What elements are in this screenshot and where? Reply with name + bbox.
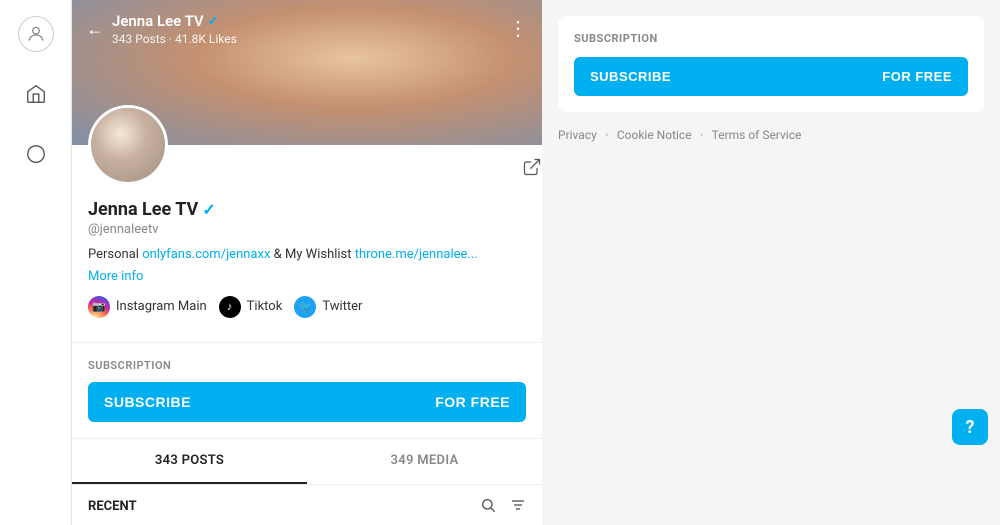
profile-for-free-text: FOR FREE bbox=[435, 394, 510, 410]
instagram-icon: 📷 bbox=[88, 296, 110, 318]
more-options-button[interactable]: ⋮ bbox=[508, 19, 528, 39]
profile-name: Jenna Lee TV ✓ bbox=[88, 199, 526, 220]
help-button[interactable]: ? bbox=[952, 409, 988, 445]
cover-name: Jenna Lee TV bbox=[112, 12, 204, 30]
instagram-label: Instagram Main bbox=[116, 299, 207, 314]
main-content: ← Jenna Lee TV ✓ 343 Posts · 41.8K Likes… bbox=[72, 0, 1000, 525]
filter-icon[interactable] bbox=[510, 497, 526, 517]
footer-dot-1: • bbox=[605, 128, 609, 142]
right-for-free-text: FOR FREE bbox=[882, 69, 952, 84]
profile-info: Jenna Lee TV ✓ @jennaleetv Personal only… bbox=[72, 145, 542, 334]
footer-cookie-link[interactable]: Cookie Notice bbox=[617, 128, 692, 142]
tabs-section: 343 POSTS 349 MEDIA bbox=[72, 438, 542, 484]
tab-posts[interactable]: 343 POSTS bbox=[72, 439, 307, 484]
avatar bbox=[88, 105, 168, 185]
likes-count: 41.8K Likes bbox=[175, 32, 237, 46]
cover-topbar: ← Jenna Lee TV ✓ 343 Posts · 41.8K Likes… bbox=[72, 0, 542, 58]
verified-badge: ✓ bbox=[202, 200, 215, 219]
cover-name-text: Jenna Lee TV ✓ bbox=[112, 12, 500, 30]
sidebar bbox=[0, 0, 72, 525]
footer-terms-link[interactable]: Terms of Service bbox=[712, 128, 802, 142]
posts-count: 343 Posts bbox=[112, 32, 166, 46]
cover-name-section: Jenna Lee TV ✓ 343 Posts · 41.8K Likes bbox=[112, 12, 500, 46]
bio-link-throne[interactable]: throne.me/jennalee... bbox=[355, 247, 478, 262]
bio-middle: & My Wishlist bbox=[270, 247, 354, 262]
subscription-card: SUBSCRIPTION SUBSCRIBE FOR FREE bbox=[558, 16, 984, 112]
tiktok-icon: ♪ bbox=[219, 296, 241, 318]
profile-subscribe-text: SUBSCRIBE bbox=[104, 394, 191, 410]
search-icon[interactable] bbox=[480, 497, 496, 517]
more-info-link[interactable]: More info bbox=[88, 269, 143, 284]
twitter-link[interactable]: 🐦 Twitter bbox=[294, 296, 362, 318]
footer-privacy-link[interactable]: Privacy bbox=[558, 128, 597, 142]
subscription-card-label: SUBSCRIPTION bbox=[574, 32, 968, 45]
bio-prefix: Personal bbox=[88, 247, 142, 262]
profile-handle: @jennaleetv bbox=[88, 222, 526, 237]
profile-subscription-section: SUBSCRIPTION SUBSCRIBE FOR FREE bbox=[72, 342, 542, 438]
tiktok-link[interactable]: ♪ Tiktok bbox=[219, 296, 283, 318]
sidebar-item-messages[interactable] bbox=[18, 136, 54, 172]
back-button[interactable]: ← bbox=[86, 19, 104, 40]
cover-stats: 343 Posts · 41.8K Likes bbox=[112, 32, 500, 46]
sidebar-item-profile[interactable] bbox=[18, 16, 54, 52]
cover-verified-badge: ✓ bbox=[208, 14, 219, 29]
twitter-icon: 🐦 bbox=[294, 296, 316, 318]
tiktok-label: Tiktok bbox=[247, 299, 283, 314]
instagram-link[interactable]: 📷 Instagram Main bbox=[88, 296, 207, 318]
sidebar-item-home[interactable] bbox=[18, 76, 54, 112]
footer-dot-2: • bbox=[700, 128, 704, 142]
avatar-wrap bbox=[88, 105, 168, 185]
share-button[interactable] bbox=[522, 157, 542, 182]
footer-links: Privacy • Cookie Notice • Terms of Servi… bbox=[558, 128, 984, 142]
profile-name-text: Jenna Lee TV bbox=[88, 199, 198, 220]
right-subscribe-button[interactable]: SUBSCRIBE FOR FREE bbox=[574, 57, 968, 96]
twitter-label: Twitter bbox=[322, 299, 362, 314]
profile-section: ← Jenna Lee TV ✓ 343 Posts · 41.8K Likes… bbox=[72, 0, 542, 525]
social-links: 📷 Instagram Main ♪ Tiktok 🐦 Twitter bbox=[88, 296, 526, 318]
tab-posts-label: 343 POSTS bbox=[155, 453, 224, 468]
avatar-image bbox=[91, 108, 165, 182]
tab-media[interactable]: 349 MEDIA bbox=[307, 439, 542, 484]
tab-media-label: 349 MEDIA bbox=[391, 453, 459, 468]
bio-link-onlyfans[interactable]: onlyfans.com/jennaxx bbox=[142, 247, 270, 262]
help-icon: ? bbox=[966, 417, 975, 438]
profile-bio: Personal onlyfans.com/jennaxx & My Wishl… bbox=[88, 245, 526, 265]
recent-label: RECENT bbox=[88, 499, 137, 514]
profile-subscribe-button[interactable]: SUBSCRIBE FOR FREE bbox=[88, 382, 526, 422]
profile-subscription-label: SUBSCRIPTION bbox=[88, 359, 526, 372]
recent-actions bbox=[480, 497, 526, 517]
right-subscribe-text: SUBSCRIBE bbox=[590, 69, 671, 84]
right-panel: SUBSCRIPTION SUBSCRIBE FOR FREE Privacy … bbox=[542, 0, 1000, 525]
recent-section: RECENT bbox=[72, 484, 542, 525]
